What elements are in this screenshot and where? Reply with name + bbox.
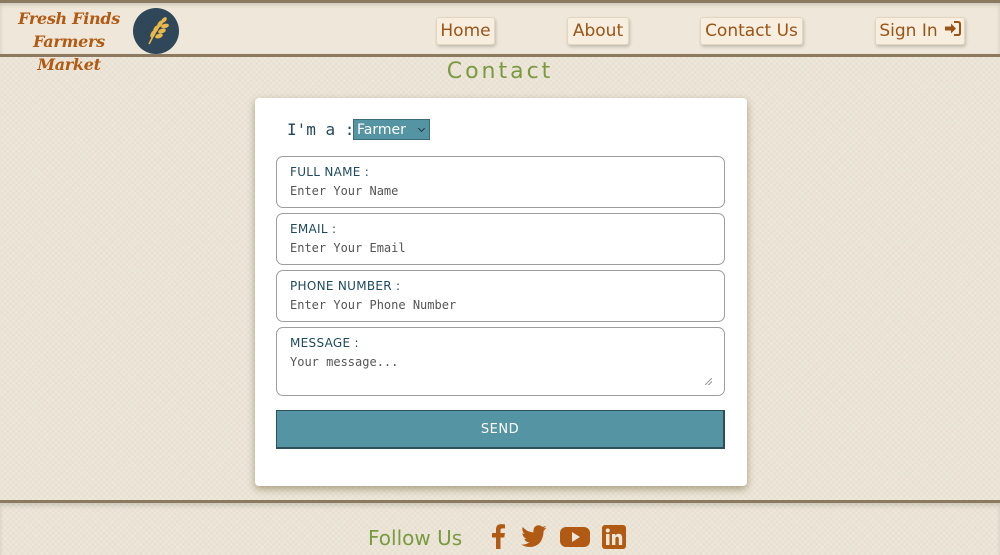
full-name-label: FULL NAME :	[290, 165, 370, 179]
nav-about-button[interactable]: About	[567, 17, 629, 45]
role-select-value: Farmer	[357, 121, 406, 138]
nav-contact-button[interactable]: Contact Us	[700, 17, 803, 45]
youtube-icon[interactable]	[560, 527, 590, 551]
email-field[interactable]: EMAIL : Enter Your Email	[276, 213, 725, 265]
sign-in-icon	[944, 21, 961, 41]
send-button[interactable]: SEND	[276, 410, 725, 449]
follow-us-label: Follow Us	[368, 526, 463, 550]
role-select[interactable]: Farmer	[353, 119, 430, 140]
message-field[interactable]: MESSAGE : Your message...	[276, 327, 725, 396]
site-footer: Follow Us	[0, 500, 1000, 555]
nav-home-label: Home	[440, 21, 491, 41]
brand-line-1: Fresh Finds	[18, 9, 120, 28]
linkedin-icon[interactable]	[602, 525, 626, 553]
phone-label: PHONE NUMBER :	[290, 279, 401, 293]
nav-contact-label: Contact Us	[705, 21, 798, 41]
email-input[interactable]: Enter Your Email	[290, 241, 710, 255]
nav-sign-in-label: Sign In	[879, 21, 938, 41]
facebook-icon[interactable]	[490, 523, 506, 553]
nav-home-button[interactable]: Home	[436, 17, 495, 45]
site-header: Fresh Finds Farmers Market Home About Co…	[0, 0, 1000, 74]
nav-about-label: About	[572, 21, 624, 41]
role-label: I'm a :	[287, 120, 355, 139]
full-name-field[interactable]: FULL NAME : Enter Your Name	[276, 156, 725, 208]
phone-field[interactable]: PHONE NUMBER : Enter Your Phone Number	[276, 270, 725, 322]
twitter-icon[interactable]	[521, 525, 547, 551]
contact-form-card: I'm a : Farmer FULL NAME : Enter Your Na…	[255, 98, 747, 486]
phone-input[interactable]: Enter Your Phone Number	[290, 298, 710, 312]
nav-sign-in-button[interactable]: Sign In	[875, 17, 965, 45]
email-label: EMAIL :	[290, 222, 337, 236]
resize-handle-icon[interactable]	[705, 378, 712, 385]
page-title: Contact	[446, 59, 554, 84]
wheat-icon[interactable]	[133, 8, 179, 54]
message-textarea[interactable]: Your message...	[290, 355, 710, 369]
message-label: MESSAGE :	[290, 336, 359, 350]
full-name-input[interactable]: Enter Your Name	[290, 184, 710, 198]
chevron-down-icon	[417, 124, 426, 133]
